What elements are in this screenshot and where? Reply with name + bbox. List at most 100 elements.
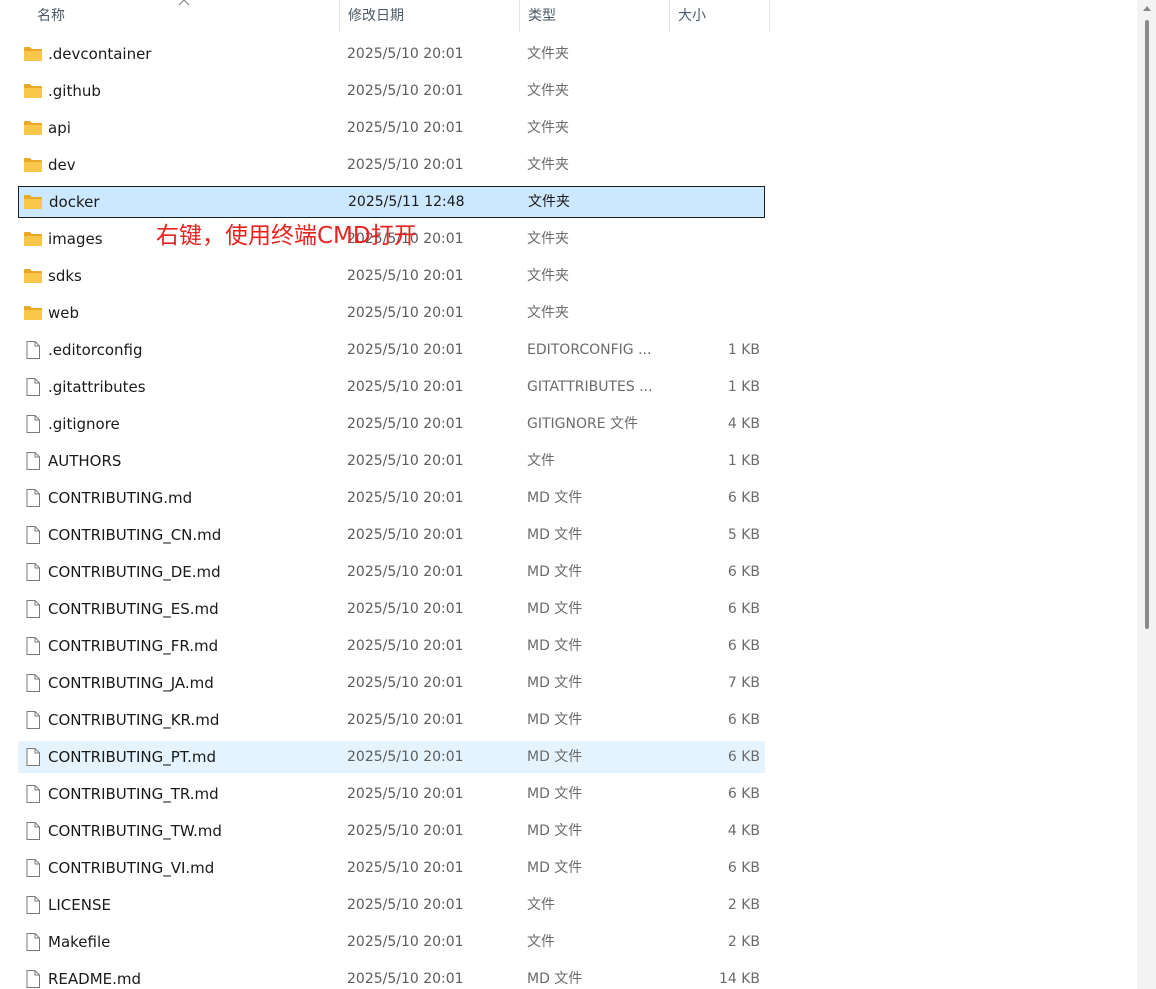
file-type: MD 文件 [527,638,583,654]
file-row[interactable]: api 2025/5/10 20:01 文件夹 [18,112,765,144]
file-row[interactable]: CONTRIBUTING_JA.md 2025/5/10 20:01 MD 文件 7 … [18,667,765,699]
file-icon [23,600,43,618]
file-row[interactable]: CONTRIBUTING_DE.md 2025/5/10 20:01 MD 文件 6 … [18,556,765,588]
file-modified-date: 2025/5/10 20:01 [347,527,464,543]
file-modified-date: 2025/5/10 20:01 [347,268,464,284]
file-size: 4 KB [727,823,760,839]
file-name: CONTRIBUTING_PT.md [48,748,217,766]
file-type: MD 文件 [527,786,583,802]
file-type: 文件夹 [528,194,570,210]
file-modified-date: 2025/5/10 20:01 [347,601,464,617]
file-size [676,186,761,218]
file-icon [23,822,43,840]
file-row[interactable]: CONTRIBUTING_TW.md 2025/5/10 20:01 MD 文件 4 … [18,815,765,847]
file-type: MD 文件 [527,860,583,876]
file-row[interactable]: docker 2025/5/11 12:48 文件夹 [18,186,765,218]
file-modified-date: 2025/5/10 20:01 [347,46,464,62]
file-row[interactable]: README.md 2025/5/10 20:01 MD 文件 14 KB [18,963,765,989]
file-name: CONTRIBUTING_DE.md [48,563,221,581]
file-type: 文件 [527,453,555,469]
scrollbar-thumb[interactable] [1145,20,1149,629]
file-row[interactable]: .github 2025/5/10 20:01 文件夹 [18,75,765,107]
vertical-scrollbar[interactable] [1137,0,1156,989]
file-row[interactable]: .devcontainer 2025/5/10 20:01 文件夹 [18,38,765,70]
file-row[interactable]: CONTRIBUTING_TR.md 2025/5/10 20:01 MD 文件 6 … [18,778,765,810]
column-header-size[interactable]: 大小 [670,0,770,32]
file-row[interactable]: .editorconfig 2025/5/10 20:01 EDITORCONFIG… [18,334,765,366]
file-modified-date: 2025/5/10 20:01 [347,749,464,765]
file-row[interactable]: sdks 2025/5/10 20:01 文件夹 [18,260,765,292]
file-modified-date: 2025/5/10 20:01 [347,675,464,691]
scroll-up-arrow-icon[interactable] [1143,5,1151,11]
file-explorer: 名称 修改日期 类型 大小 .devcontainer 2025/5/10 20:… [0,0,1156,989]
file-type: 文件夹 [527,46,569,62]
file-icon [23,748,43,766]
column-header-date[interactable]: 修改日期 [340,0,520,32]
file-name: CONTRIBUTING_CN.md [48,526,222,544]
file-type: MD 文件 [527,564,583,580]
file-row[interactable]: CONTRIBUTING_VI.md 2025/5/10 20:01 MD 文件 6 … [18,852,765,884]
file-size [675,112,760,144]
file-size: 5 KB [727,527,760,543]
file-modified-date: 2025/5/10 20:01 [347,157,464,173]
file-size [675,260,760,292]
file-name: CONTRIBUTING_VI.md [48,859,215,877]
file-icon [23,489,43,507]
file-row[interactable]: .gitattributes 2025/5/10 20:01 GITATTRIBUT… [18,371,765,403]
folder-icon [23,156,43,174]
file-name: LICENSE [48,896,111,914]
file-row[interactable]: CONTRIBUTING_ES.md 2025/5/10 20:01 MD 文件 6 … [18,593,765,625]
file-modified-date: 2025/5/10 20:01 [347,823,464,839]
file-size [675,38,760,70]
file-name: .github [48,82,101,100]
file-size: 6 KB [727,712,760,728]
file-row[interactable]: CONTRIBUTING_CN.md 2025/5/10 20:01 MD 文件 5 … [18,519,765,551]
file-row[interactable]: .gitignore 2025/5/10 20:01 GITIGNORE 文件 4 K… [18,408,765,440]
file-modified-date: 2025/5/10 20:01 [347,83,464,99]
file-modified-date: 2025/5/10 20:01 [347,786,464,802]
file-row[interactable]: AUTHORS 2025/5/10 20:01 文件 1 KB [18,445,765,477]
file-modified-date: 2025/5/10 20:01 [347,416,464,432]
folder-icon [23,45,43,63]
file-type: GITATTRIBUTES ... [527,379,653,395]
annotation-text: 右键，使用终端CMD打开 [156,223,417,249]
file-row[interactable]: Makefile 2025/5/10 20:01 文件 2 KB [18,926,765,958]
file-modified-date: 2025/5/10 20:01 [347,379,464,395]
file-size [675,223,760,255]
column-header-type-label: 类型 [528,8,556,24]
file-icon [23,563,43,581]
file-type: MD 文件 [527,601,583,617]
file-row[interactable]: CONTRIBUTING_PT.md 2025/5/10 20:01 MD 文件 6 … [18,741,765,773]
file-size: 6 KB [727,749,760,765]
file-type: 文件夹 [527,83,569,99]
file-type: 文件 [527,934,555,950]
file-icon [23,785,43,803]
file-name: dev [48,156,76,174]
file-row[interactable]: CONTRIBUTING.md 2025/5/10 20:01 MD 文件 6 KB [18,482,765,514]
file-name: CONTRIBUTING_JA.md [48,674,214,692]
file-size: 6 KB [727,601,760,617]
file-icon [23,637,43,655]
column-header-type[interactable]: 类型 [520,0,670,32]
file-row[interactable]: dev 2025/5/10 20:01 文件夹 [18,149,765,181]
file-icon [23,970,43,988]
file-name: CONTRIBUTING_FR.md [48,637,219,655]
file-row[interactable]: web 2025/5/10 20:01 文件夹 [18,297,765,329]
file-name: api [48,119,71,137]
file-name: CONTRIBUTING_TW.md [48,822,222,840]
file-modified-date: 2025/5/10 20:01 [347,638,464,654]
file-size [675,149,760,181]
file-size: 2 KB [727,897,760,913]
file-row[interactable]: CONTRIBUTING_KR.md 2025/5/10 20:01 MD 文件 6 … [18,704,765,736]
file-size: 2 KB [727,934,760,950]
file-modified-date: 2025/5/10 20:01 [347,342,464,358]
file-type: 文件夹 [527,231,569,247]
file-row[interactable]: LICENSE 2025/5/10 20:01 文件 2 KB [18,889,765,921]
file-type: MD 文件 [527,527,583,543]
file-type: MD 文件 [527,490,583,506]
file-size: 7 KB [727,675,760,691]
file-modified-date: 2025/5/10 20:01 [347,897,464,913]
file-row[interactable]: CONTRIBUTING_FR.md 2025/5/10 20:01 MD 文件 6 … [18,630,765,662]
folder-icon [23,230,43,248]
file-name: .gitignore [48,415,120,433]
